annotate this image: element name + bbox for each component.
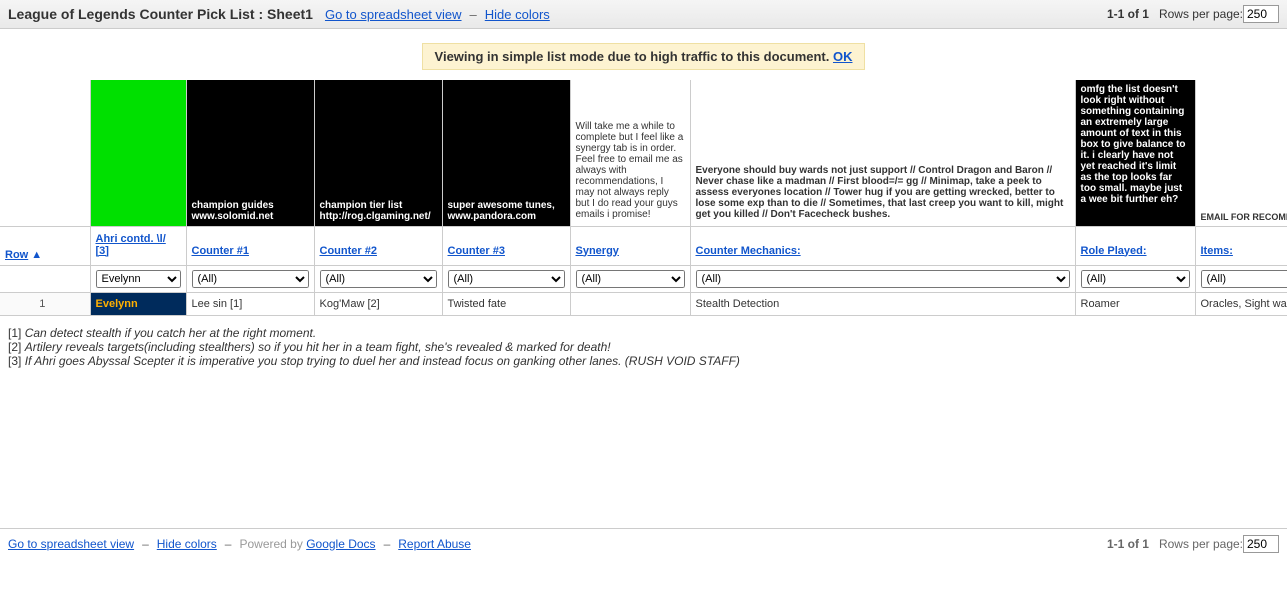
notice-text: Viewing in simple list mode due to high … xyxy=(435,49,833,64)
google-docs-link[interactable]: Google Docs xyxy=(306,537,375,551)
filter-counter1[interactable]: (All) xyxy=(192,270,309,288)
filter-counter3[interactable]: (All) xyxy=(448,270,565,288)
powered-by: Powered by Google Docs xyxy=(239,537,375,551)
col-header-ahri[interactable]: Ahri contd. \l/[3] xyxy=(90,226,186,265)
footnote-1: [1] Can detect stealth if you catch her … xyxy=(8,326,1279,340)
col-header-counter1[interactable]: Counter #1 xyxy=(186,226,314,265)
footnote-2: [2] Artilery reveals targets(including s… xyxy=(8,340,1279,354)
row-number: 1 xyxy=(0,292,90,315)
cell-items: Oracles, Sight wards xyxy=(1195,292,1287,315)
filter-champion[interactable]: Evelynn xyxy=(96,270,181,288)
counter1-desc: champion guides www.solomid.net xyxy=(186,80,314,226)
top-bar: League of Legends Counter Pick List : Sh… xyxy=(0,0,1287,29)
filter-items[interactable]: (All) xyxy=(1201,270,1287,288)
bottom-rpp-label: Rows per page: xyxy=(1159,537,1243,551)
separator: – xyxy=(470,7,477,22)
row-header[interactable]: Row ▲ xyxy=(0,226,90,265)
go-to-spreadsheet-link[interactable]: Go to spreadsheet view xyxy=(325,7,462,22)
filter-row-blank xyxy=(0,265,90,292)
empty-corner xyxy=(0,80,90,226)
mechanics-desc: Everyone should buy wards not just suppo… xyxy=(690,80,1075,226)
table-container: champion guides www.solomid.net champion… xyxy=(0,80,1287,316)
cell-synergy xyxy=(570,292,690,315)
notice-banner: Viewing in simple list mode due to high … xyxy=(422,43,866,70)
horizontal-scrollbar[interactable] xyxy=(8,512,668,528)
bottom-bar: Go to spreadsheet view – Hide colors – P… xyxy=(0,528,1287,559)
items-desc: EMAIL FOR RECOMMENDATIONS THISISMY xyxy=(1195,80,1287,226)
table-row: 1 Evelynn Lee sin [1] Kog'Maw [2] Twiste… xyxy=(0,292,1287,315)
filter-role[interactable]: (All) xyxy=(1081,270,1190,288)
rows-per-page-label: Rows per page: xyxy=(1159,7,1243,21)
page-title: League of Legends Counter Pick List : Sh… xyxy=(8,6,313,22)
notice-ok-link[interactable]: OK xyxy=(833,49,853,64)
filter-synergy[interactable]: (All) xyxy=(576,270,685,288)
cell-champion: Evelynn xyxy=(90,292,186,315)
bottom-go-link[interactable]: Go to spreadsheet view xyxy=(8,537,134,551)
col-header-synergy[interactable]: Synergy xyxy=(570,226,690,265)
counter2-desc: champion tier list http://rog.clgaming.n… xyxy=(314,80,442,226)
bottom-rpp-input[interactable] xyxy=(1243,535,1279,553)
pager-text: 1-1 of 1 xyxy=(1107,7,1149,21)
sort-arrow-icon: ▲ xyxy=(31,249,42,261)
counter3-desc: super awesome tunes, www.pandora.com xyxy=(442,80,570,226)
bottom-hide-link[interactable]: Hide colors xyxy=(157,537,217,551)
col-header-role[interactable]: Role Played: xyxy=(1075,226,1195,265)
col-header-items[interactable]: Items: xyxy=(1195,226,1287,265)
footnotes: [1] Can detect stealth if you catch her … xyxy=(0,316,1287,378)
hide-colors-link[interactable]: Hide colors xyxy=(485,7,550,22)
col-header-counter2[interactable]: Counter #2 xyxy=(314,226,442,265)
bottom-pager: 1-1 of 1 xyxy=(1107,537,1149,551)
cell-counter2: Kog'Maw [2] xyxy=(314,292,442,315)
column-header-row: Row ▲ Ahri contd. \l/[3] Counter #1 Coun… xyxy=(0,226,1287,265)
description-row: champion guides www.solomid.net champion… xyxy=(0,80,1287,226)
report-abuse-link[interactable]: Report Abuse xyxy=(398,537,471,551)
green-header-cell xyxy=(90,80,186,226)
cell-counter3: Twisted fate xyxy=(442,292,570,315)
cell-counter1: Lee sin [1] xyxy=(186,292,314,315)
role-desc: omfg the list doesn't look right without… xyxy=(1075,80,1195,226)
notice-banner-wrap: Viewing in simple list mode due to high … xyxy=(0,29,1287,80)
cell-role: Roamer xyxy=(1075,292,1195,315)
data-table: champion guides www.solomid.net champion… xyxy=(0,80,1287,316)
filter-mechanics[interactable]: (All) xyxy=(696,270,1070,288)
col-header-counter3[interactable]: Counter #3 xyxy=(442,226,570,265)
col-header-mechanics[interactable]: Counter Mechanics: xyxy=(690,226,1075,265)
rows-per-page-input[interactable] xyxy=(1243,5,1279,23)
filter-row: Evelynn (All) (All) (All) (All) (All) (A… xyxy=(0,265,1287,292)
cell-mechanics: Stealth Detection xyxy=(690,292,1075,315)
filter-counter2[interactable]: (All) xyxy=(320,270,437,288)
footnote-3: [3] If Ahri goes Abyssal Scepter it is i… xyxy=(8,354,1279,368)
synergy-desc: Will take me a while to complete but I f… xyxy=(570,80,690,226)
